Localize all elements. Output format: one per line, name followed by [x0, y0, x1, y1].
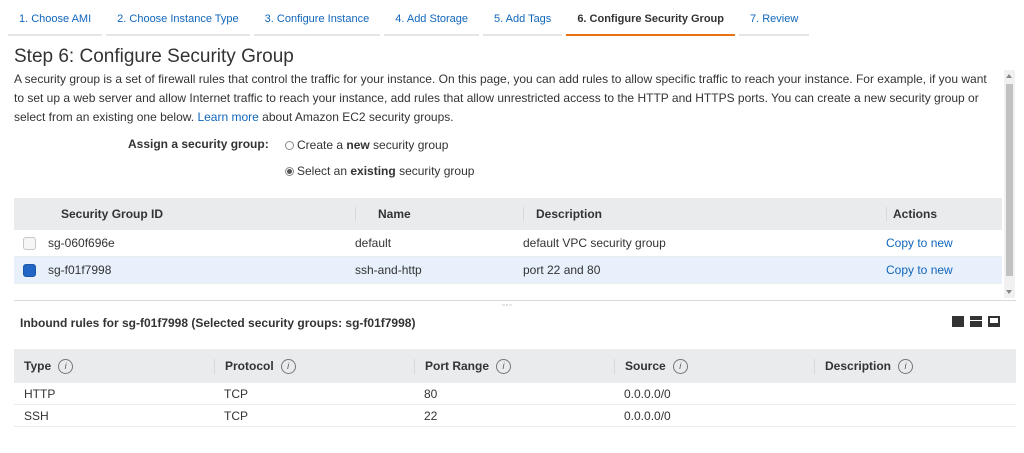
row-checkbox[interactable] — [23, 236, 36, 250]
header-description[interactable]: Description — [523, 207, 886, 221]
learn-more-link[interactable]: Learn more — [197, 110, 258, 124]
security-group-id: sg-f01f7998 — [48, 263, 112, 277]
header-actions: Actions — [886, 207, 1002, 221]
info-icon[interactable]: i — [898, 358, 914, 374]
scroll-down-icon[interactable] — [1006, 290, 1012, 294]
tab-add-tags[interactable]: 5. Add Tags — [483, 8, 563, 36]
rule-port-range: 80 — [424, 386, 438, 401]
layout-split-icon[interactable] — [970, 316, 982, 327]
rule-protocol: TCP — [224, 408, 248, 423]
resize-grip-icon[interactable]: ▫▫▫ — [502, 302, 512, 309]
info-icon[interactable]: i — [672, 358, 688, 374]
scroll-up-icon[interactable] — [1006, 74, 1012, 78]
table-row: HTTP TCP 80 0.0.0.0/0 — [14, 383, 1016, 405]
scrollbar-thumb[interactable] — [1006, 84, 1013, 276]
header-protocol: Protocol i — [214, 358, 414, 374]
info-icon[interactable]: i — [58, 358, 74, 374]
security-group-name: default — [355, 236, 392, 250]
radio-select-existing-label: Select an existing security group — [297, 164, 475, 178]
wizard-tabs: 1. Choose AMI 2. Choose Instance Type 3.… — [8, 8, 813, 36]
panel-divider[interactable] — [14, 300, 1016, 301]
inbound-rules-header: Type i Protocol i Port Range i Source i Desc… — [14, 349, 1016, 383]
vertical-scrollbar[interactable] — [1004, 70, 1015, 298]
rule-type: SSH — [24, 408, 49, 423]
header-description: Description i — [814, 358, 1016, 374]
layout-toggle — [952, 316, 1000, 327]
rule-type: HTTP — [24, 386, 56, 401]
tab-add-storage[interactable]: 4. Add Storage — [384, 8, 480, 36]
info-icon[interactable]: i — [496, 358, 512, 374]
security-group-description: default VPC security group — [523, 236, 666, 250]
security-groups-header: Security Group ID Name Description Actio… — [14, 198, 1002, 230]
radio-create-new-button[interactable] — [285, 140, 294, 150]
tab-choose-instance-type[interactable]: 2. Choose Instance Type — [106, 8, 250, 36]
copy-to-new-link[interactable]: Copy to new — [886, 236, 953, 250]
header-security-group-id[interactable]: Security Group ID — [14, 207, 355, 221]
rule-protocol: TCP — [224, 386, 248, 401]
intro-text: A security group is a set of firewall ru… — [14, 70, 994, 127]
table-row[interactable]: sg-f01f7998 ssh-and-http port 22 and 80 … — [14, 257, 1002, 284]
assign-security-group-label: Assign a security group: — [128, 137, 269, 151]
cell-id: sg-060f696e — [14, 236, 355, 250]
security-group-id: sg-060f696e — [48, 236, 115, 250]
rule-source: 0.0.0.0/0 — [624, 408, 671, 423]
tab-review[interactable]: 7. Review — [739, 8, 810, 36]
table-row: SSH TCP 22 0.0.0.0/0 — [14, 405, 1016, 427]
tab-choose-ami[interactable]: 1. Choose AMI — [8, 8, 103, 36]
intro-body: A security group is a set of firewall ru… — [14, 72, 987, 124]
intro-tail: about Amazon EC2 security groups. — [262, 110, 454, 124]
radio-select-existing-button[interactable] — [285, 166, 294, 176]
rule-source: 0.0.0.0/0 — [624, 386, 671, 401]
security-group-description: port 22 and 80 — [523, 263, 601, 277]
radio-create-new-label: Create a new security group — [297, 138, 449, 152]
layout-bottom-icon[interactable] — [988, 316, 1000, 327]
header-name[interactable]: Name — [355, 207, 523, 221]
rule-port-range: 22 — [424, 408, 438, 423]
radio-select-existing[interactable]: Select an existing security group — [285, 164, 474, 178]
tab-configure-security-group[interactable]: 6. Configure Security Group — [566, 8, 735, 36]
row-checkbox[interactable] — [23, 263, 36, 277]
info-icon[interactable]: i — [280, 358, 296, 374]
page-title: Step 6: Configure Security Group — [14, 46, 294, 67]
layout-full-icon[interactable] — [952, 316, 964, 327]
radio-create-new[interactable]: Create a new security group — [285, 138, 448, 152]
header-port-range: Port Range i — [414, 358, 614, 374]
header-type: Type i — [14, 358, 214, 374]
security-group-name: ssh-and-http — [355, 263, 422, 277]
cell-id: sg-f01f7998 — [14, 263, 355, 277]
header-source: Source i — [614, 358, 814, 374]
inbound-rules-title: Inbound rules for sg-f01f7998 (Selected … — [20, 316, 416, 330]
table-row[interactable]: sg-060f696e default default VPC security… — [14, 230, 1002, 257]
inbound-rules-table: Type i Protocol i Port Range i Source i Desc… — [14, 349, 1016, 427]
copy-to-new-link[interactable]: Copy to new — [886, 263, 953, 277]
security-groups-table: Security Group ID Name Description Actio… — [14, 198, 1002, 294]
tab-configure-instance[interactable]: 3. Configure Instance — [253, 8, 381, 36]
